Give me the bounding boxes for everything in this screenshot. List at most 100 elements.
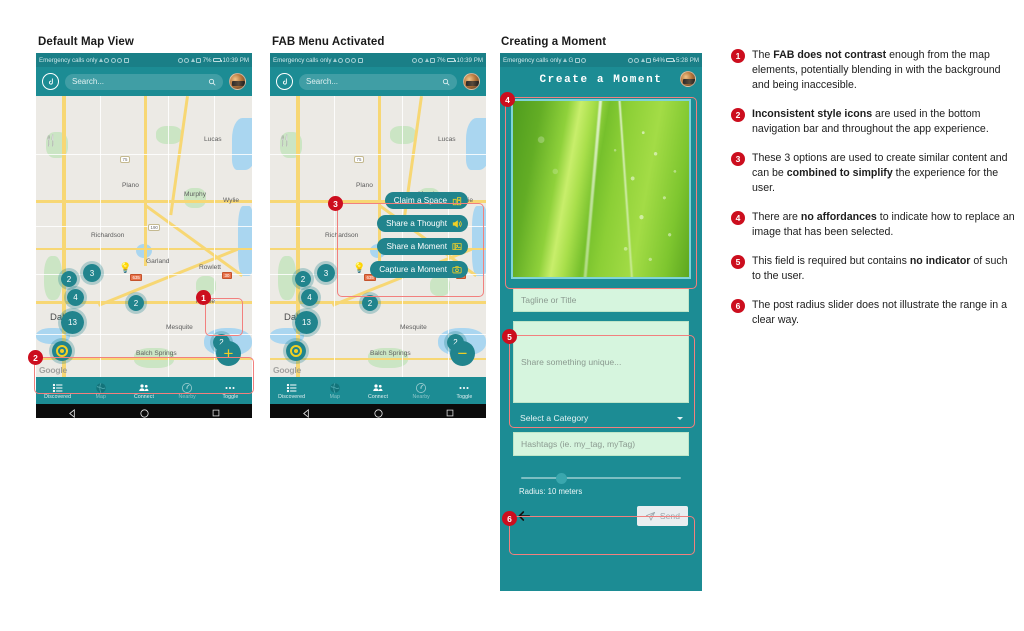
battery-icon <box>213 57 222 63</box>
sidebar-item-toggle[interactable]: Toggle <box>443 381 486 401</box>
search-icon <box>442 78 450 86</box>
radar-icon <box>415 381 427 393</box>
map-cluster-marker[interactable]: 2 <box>125 292 147 314</box>
slider-track[interactable] <box>521 472 681 484</box>
restaurant-poi-icon[interactable]: 🍴 <box>44 136 58 147</box>
sidebar-item-connect[interactable]: Connect <box>122 381 165 400</box>
my-location-marker[interactable] <box>283 338 309 364</box>
annotation-text: The FAB does not contrast enough from th… <box>752 49 1001 92</box>
annotation-item: 6 The post radius slider does not illust… <box>731 298 1016 328</box>
interstate-shield: 30 <box>222 272 232 280</box>
bottom-navigation-bar: Discovered Map Connect Nearby Toggle <box>36 377 252 404</box>
sim-icon <box>430 57 436 63</box>
profile-avatar[interactable] <box>229 73 246 90</box>
fab-menu-item-share-a-moment[interactable]: Share a Moment <box>377 238 468 255</box>
search-input[interactable]: Search... <box>299 73 457 90</box>
globe-icon <box>95 381 107 393</box>
map-cluster-marker[interactable]: 4 <box>298 286 321 309</box>
sidebar-item-connect[interactable]: Connect <box>356 381 399 400</box>
map-canvas[interactable]: 75 190 352 635 30 45 🍴 💡 Lucas Plano Mur… <box>36 96 252 377</box>
map-cluster-marker[interactable]: 13 <box>292 308 321 337</box>
slider-thumb[interactable] <box>556 472 568 484</box>
sidebar-item-toggle[interactable]: Toggle <box>209 381 252 400</box>
google-watermark: Google <box>273 365 302 375</box>
fab-add-button[interactable]: + <box>216 341 241 366</box>
fab-menu-item-capture-a-moment[interactable]: Capture a Moment <box>370 261 468 278</box>
tagline-input[interactable]: Tagline or Title <box>513 288 689 312</box>
gallery-icon <box>452 242 462 252</box>
my-location-marker[interactable] <box>49 338 75 364</box>
annotation-text: These 3 options are used to create simil… <box>752 152 1008 195</box>
profile-avatar[interactable] <box>680 71 696 87</box>
annotation-badge: 2 <box>731 108 745 123</box>
selected-image-preview[interactable] <box>511 99 691 279</box>
lightbulb-poi-icon[interactable]: 💡 <box>119 264 131 274</box>
fab-collapse-button[interactable]: − <box>450 341 475 366</box>
hashtags-input[interactable]: Hashtags (ie. my_tag, myTag) <box>513 432 689 456</box>
radius-slider[interactable]: Radius: 10 meters <box>513 468 689 498</box>
fab-item-label: Capture a Moment <box>379 265 447 274</box>
sidebar-item-map[interactable]: Map <box>313 381 356 400</box>
more-dots-icon <box>224 381 236 393</box>
wifi-icon <box>98 58 103 62</box>
callout-badge-5: 5 <box>502 329 517 344</box>
back-triangle-icon[interactable] <box>301 408 312 419</box>
nav-label: Map <box>95 394 106 401</box>
search-input[interactable]: Search... <box>65 73 223 90</box>
battery-percent: 64% <box>652 56 665 64</box>
globe-icon <box>329 381 341 393</box>
annotation-item: 1 The FAB does not contrast enough from … <box>731 48 1016 93</box>
alarm-icon <box>418 57 424 63</box>
status-bar: Emergency calls only 7% 10:39 PM <box>36 53 252 67</box>
sidebar-item-nearby[interactable]: Nearby <box>166 381 209 400</box>
restaurant-poi-icon[interactable]: 🍴 <box>278 136 292 147</box>
app-logo-icon[interactable] <box>276 73 293 90</box>
app-logo-icon[interactable] <box>42 73 59 90</box>
sidebar-item-discovered[interactable]: Discovered <box>36 381 79 400</box>
profile-avatar[interactable] <box>463 73 480 90</box>
annotation-item: 3 These 3 options are used to create sim… <box>731 151 1016 196</box>
sidebar-item-map[interactable]: Map <box>79 381 122 401</box>
wifi-icon <box>562 58 567 62</box>
nav-label: Toggle <box>456 394 473 401</box>
body-placeholder: Share something unique... <box>521 357 622 367</box>
map-canvas[interactable]: 75 352 635 30 45 🍴 💡 Lucas Plano Murphy … <box>270 96 486 377</box>
map-cluster-marker[interactable]: 4 <box>64 286 87 309</box>
map-cluster-marker[interactable]: 3 <box>80 261 104 285</box>
app-bar: Search... <box>36 67 252 96</box>
map-park <box>156 126 182 144</box>
recents-square-icon[interactable] <box>445 408 455 418</box>
highway-shield: 75 <box>354 156 364 164</box>
annotation-item: 4 There are no affordances to indicate h… <box>731 210 1016 240</box>
sidebar-item-nearby[interactable]: Nearby <box>400 381 443 400</box>
annotation-text: There are no affordances to indicate how… <box>752 211 1015 239</box>
map-road <box>36 226 252 227</box>
map-label: Murphy <box>184 191 206 198</box>
sidebar-item-discovered[interactable]: Discovered <box>270 381 313 400</box>
google-watermark: Google <box>39 365 68 375</box>
send-button[interactable]: Send <box>636 506 688 526</box>
recents-square-icon[interactable] <box>211 408 221 418</box>
body-textarea[interactable]: Share something unique... <box>513 321 689 403</box>
map-cluster-marker[interactable]: 13 <box>58 308 87 337</box>
map-road <box>168 96 169 377</box>
list-icon <box>286 381 298 393</box>
home-circle-icon[interactable] <box>373 408 384 419</box>
category-select[interactable]: Select a Category <box>513 413 689 423</box>
panel-title-default-map: Default Map View <box>38 36 134 48</box>
fab-item-label: Claim a Space <box>393 196 447 205</box>
chevron-down-icon <box>677 416 683 420</box>
map-cluster-marker[interactable]: 2 <box>359 292 381 314</box>
annotation-badge: 3 <box>731 152 745 167</box>
back-triangle-icon[interactable] <box>67 408 78 419</box>
nfc-icon <box>123 57 129 63</box>
home-circle-icon[interactable] <box>139 408 150 419</box>
infographic-page: Default Map View FAB Menu Activated Crea… <box>0 0 1024 631</box>
fab-menu-item-share-a-thought[interactable]: Share a Thought <box>377 215 468 232</box>
back-arrow-icon[interactable] <box>516 508 532 524</box>
fab-menu-item-claim-a-space[interactable]: Claim a Space <box>384 192 468 209</box>
map-water <box>232 118 252 170</box>
camera-icon <box>452 265 462 275</box>
status-bar: Emergency calls only 7% 10:39 PM <box>270 53 486 67</box>
fab-item-label: Share a Moment <box>386 242 447 251</box>
